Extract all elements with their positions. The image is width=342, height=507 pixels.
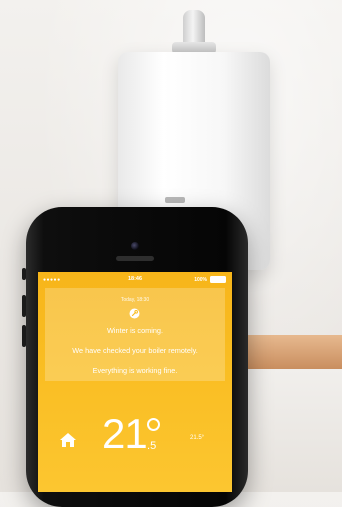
notification-card[interactable]: Today, 18:30 Winter is coming. We have c… — [45, 288, 225, 381]
degree-symbol — [147, 418, 160, 431]
notification-line: Everything is working fine. — [92, 366, 178, 375]
boiler-logo — [165, 197, 185, 203]
current-temperature: 21 — [102, 410, 148, 457]
target-temperature[interactable]: 21.5° — [190, 435, 204, 441]
app-screen: ●●●●● 18:46 100% Today, 18:30 Winter is … — [38, 272, 232, 492]
earpiece-speaker — [116, 256, 154, 261]
temperature-decimal-value: 5 — [150, 440, 157, 452]
mute-switch — [22, 268, 26, 280]
battery-status: 100% — [194, 276, 226, 283]
kitchen-cabinet — [240, 369, 342, 492]
battery-icon — [210, 276, 226, 283]
home-icon[interactable] — [59, 432, 77, 448]
notification-line: We have checked your boiler remotely. — [72, 346, 198, 355]
volume-up-button — [22, 295, 26, 317]
notification-line: Winter is coming. — [107, 326, 163, 335]
notification-date: Today, 18:30 — [120, 297, 150, 303]
status-bar: ●●●●● 18:46 100% — [38, 272, 232, 286]
front-camera — [131, 242, 139, 250]
kitchen-counter — [240, 335, 342, 369]
battery-percent: 100% — [194, 276, 207, 283]
volume-down-button — [22, 325, 26, 347]
wrench-icon — [129, 308, 140, 319]
temperature-decimal: .5 — [147, 440, 157, 452]
